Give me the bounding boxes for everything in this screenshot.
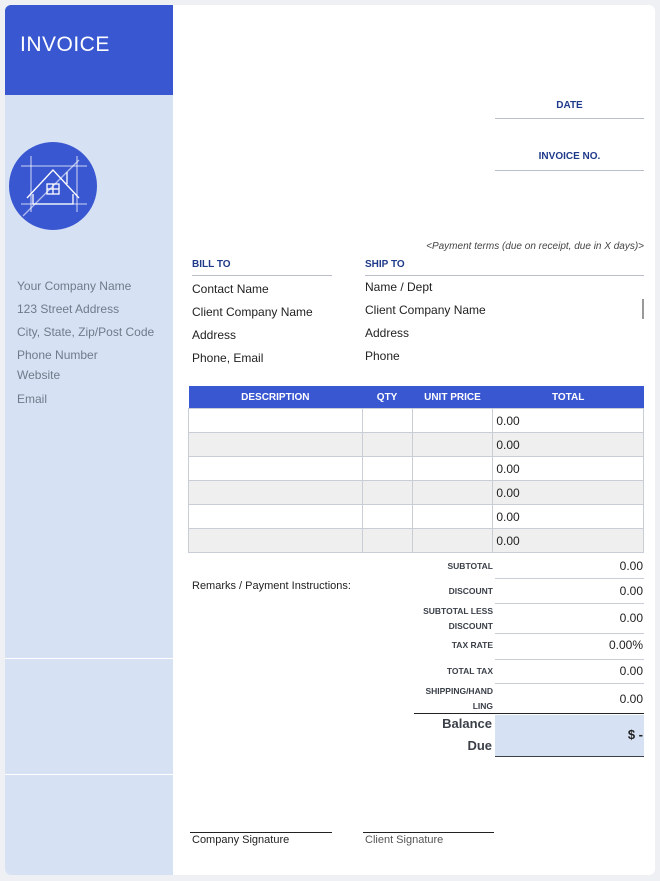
total-tax-label: TOTAL TAX <box>446 666 493 676</box>
description-cell[interactable] <box>188 408 363 433</box>
client-signature-label: Client Signature <box>365 834 444 846</box>
description-cell[interactable] <box>188 480 363 505</box>
qty-cell[interactable] <box>361 456 413 481</box>
bill-to-address: Address <box>192 328 237 342</box>
balance-label-2: Due <box>467 738 492 753</box>
subtotal-label: SUBTOTAL <box>447 561 494 571</box>
invoice-no-label: INVOICE NO. <box>538 151 601 162</box>
ship-to-name: Name / Dept <box>365 280 433 294</box>
unit-price-cell[interactable] <box>411 456 494 481</box>
ship-to-company: Client Company Name <box>365 303 486 317</box>
subtotal-less-value: 0.00 <box>619 611 643 625</box>
total-cell[interactable]: 0.00 <box>492 528 644 553</box>
qty-cell[interactable] <box>361 504 413 529</box>
text-cursor <box>642 299 644 319</box>
qty-cell[interactable] <box>361 432 413 457</box>
sidebar: INVOICE Your Company Name 123 Street Add… <box>5 5 173 875</box>
summary-rule <box>495 659 644 660</box>
ship-to-address: Address <box>365 326 410 340</box>
summary-rule <box>495 578 644 579</box>
unit-price-cell[interactable] <box>411 408 494 433</box>
description-cell[interactable] <box>188 432 363 457</box>
date-label: DATE <box>556 100 583 111</box>
table-row: 0.00 <box>188 456 644 481</box>
total-cell[interactable]: 0.00 <box>492 408 644 433</box>
payment-terms: <Payment terms (due on receipt, due in X… <box>426 241 644 252</box>
company-phone: Phone Number <box>17 348 98 362</box>
summary-rule <box>495 683 644 684</box>
summary-rule <box>495 603 644 604</box>
bill-to-heading: BILL TO <box>192 259 231 270</box>
balance-due-value: $ - <box>627 727 643 742</box>
company-signature-line[interactable] <box>190 832 332 833</box>
sidebar-divider <box>5 774 173 775</box>
qty-cell[interactable] <box>361 528 413 553</box>
unit-price-cell[interactable] <box>411 480 494 505</box>
company-website: Website <box>17 368 61 382</box>
subtotal-less-label-1: SUBTOTAL LESS <box>423 606 493 616</box>
qty-cell[interactable] <box>361 480 413 505</box>
bill-to-rule <box>192 275 332 276</box>
description-cell[interactable] <box>188 504 363 529</box>
bill-to-phone-email: Phone, Email <box>192 351 264 365</box>
ship-to-heading: SHIP TO <box>365 259 405 270</box>
table-row: 0.00 <box>188 528 644 553</box>
balance-label-1: Balance <box>442 716 492 731</box>
summary-rule <box>495 633 644 634</box>
company-street: 123 Street Address <box>17 302 120 316</box>
house-blueprint-icon <box>9 142 97 230</box>
ship-to-rule <box>365 275 644 276</box>
shipping-label-2: LING <box>472 701 493 711</box>
total-tax-value: 0.00 <box>619 664 643 678</box>
unit-price-cell[interactable] <box>411 432 494 457</box>
col-qty: QTY <box>362 386 413 409</box>
company-signature-label: Company Signature <box>192 834 290 846</box>
unit-price-cell[interactable] <box>411 528 494 553</box>
subtotal-value: 0.00 <box>619 559 643 573</box>
tax-rate-label: TAX RATE <box>451 640 493 650</box>
company-name: Your Company Name <box>17 279 132 293</box>
tax-rate-value[interactable]: 0.00% <box>495 638 643 652</box>
total-cell[interactable]: 0.00 <box>492 456 644 481</box>
col-total: TOTAL <box>492 386 644 409</box>
company-city: City, State, Zip/Post Code <box>17 325 155 339</box>
total-cell[interactable]: 0.00 <box>492 432 644 457</box>
table-row: 0.00 <box>188 504 644 529</box>
col-unit-price: UNIT PRICE <box>412 386 493 409</box>
shipping-label-1: SHIPPING/HAND <box>425 686 493 696</box>
date-rule <box>495 118 644 119</box>
col-description: DESCRIPTION <box>188 386 363 409</box>
company-email: Email <box>17 392 48 406</box>
bill-to-contact: Contact Name <box>192 282 269 296</box>
title-banner: INVOICE <box>5 5 173 95</box>
table-row: 0.00 <box>188 480 644 505</box>
total-cell[interactable]: 0.00 <box>492 480 644 505</box>
items-table: DESCRIPTION QTY UNIT PRICE TOTAL 0.00 0.… <box>188 386 644 553</box>
discount-label: DISCOUNT <box>448 586 493 596</box>
items-header-row: DESCRIPTION QTY UNIT PRICE TOTAL <box>188 386 644 409</box>
client-signature-line[interactable] <box>363 832 494 833</box>
subtotal-less-label-2: DISCOUNT <box>448 621 493 631</box>
invoice-sheet: INVOICE Your Company Name 123 Street Add… <box>5 5 655 875</box>
bill-to-company: Client Company Name <box>192 305 313 319</box>
description-cell[interactable] <box>188 456 363 481</box>
description-cell[interactable] <box>188 528 363 553</box>
qty-cell[interactable] <box>361 408 413 433</box>
sidebar-divider <box>5 658 173 659</box>
table-row: 0.00 <box>188 408 644 433</box>
ship-to-phone: Phone <box>365 349 400 363</box>
invoice-title: INVOICE <box>20 33 110 56</box>
invoice-no-rule <box>495 170 644 171</box>
shipping-value[interactable]: 0.00 <box>495 692 643 706</box>
remarks-label: Remarks / Payment Instructions: <box>192 580 351 592</box>
balance-rule <box>414 713 644 714</box>
discount-value[interactable]: 0.00 <box>495 584 643 598</box>
table-row: 0.00 <box>188 432 644 457</box>
total-cell[interactable]: 0.00 <box>492 504 644 529</box>
unit-price-cell[interactable] <box>411 504 494 529</box>
